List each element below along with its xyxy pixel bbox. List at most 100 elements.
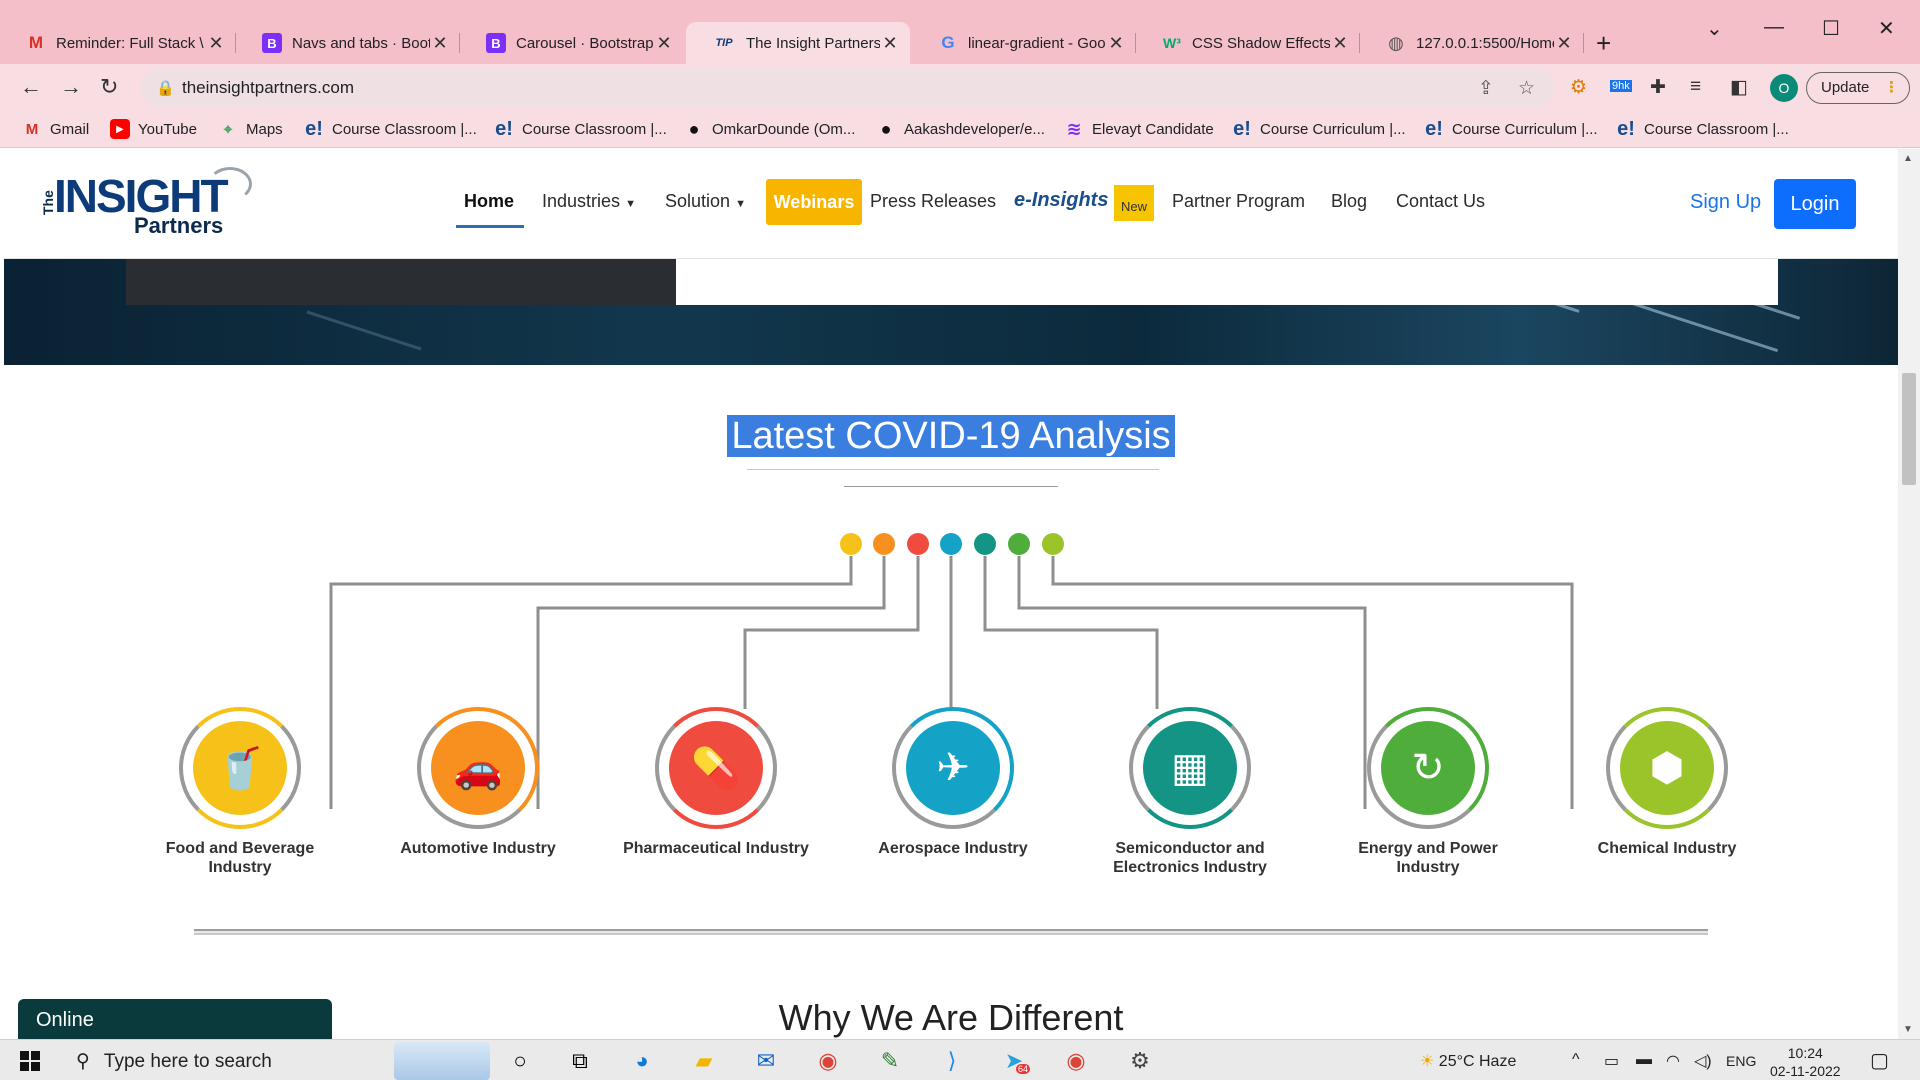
- new-tab-plus-icon[interactable]: +: [1596, 28, 1611, 59]
- nav-industries[interactable]: Industries ▼: [542, 191, 636, 212]
- industry-card[interactable]: 🥤 Food and Beverage Industry: [140, 707, 340, 877]
- industry-card[interactable]: ↻ Energy and Power Industry: [1328, 707, 1528, 877]
- taskbar-search[interactable]: ⚲ Type here to search: [76, 1050, 272, 1073]
- url-text[interactable]: theinsightpartners.com: [182, 78, 354, 98]
- insight-partners-logo[interactable]: The INSIGHT Partners: [40, 167, 260, 241]
- elevayt-icon: ≋: [1066, 118, 1082, 139]
- bookmark-course-classroom-1[interactable]: e! Course Classroom |...: [304, 118, 477, 140]
- industry-card[interactable]: ⬢ Chemical Industry: [1567, 707, 1767, 858]
- tray-chevron-icon[interactable]: ^: [1572, 1051, 1580, 1069]
- sign-up-link[interactable]: Sign Up: [1690, 191, 1761, 214]
- notification-icon[interactable]: ▢: [1870, 1048, 1889, 1073]
- extension-badge-icon[interactable]: 9hk: [1610, 80, 1632, 92]
- profile-avatar[interactable]: O: [1770, 74, 1798, 102]
- close-icon[interactable]: ✕: [1106, 33, 1126, 54]
- scroll-down-icon[interactable]: ▼: [1903, 1024, 1913, 1035]
- windows-start-icon[interactable]: [20, 1051, 40, 1071]
- tray-device-icon[interactable]: ▭: [1604, 1051, 1619, 1071]
- media-queue-icon[interactable]: ≡: [1690, 76, 1701, 98]
- close-icon[interactable]: ✕: [654, 33, 674, 54]
- scroll-up-icon[interactable]: ▲: [1903, 153, 1913, 164]
- chrome-profile-icon[interactable]: ◉: [1062, 1048, 1090, 1074]
- nav-partner-program[interactable]: Partner Program: [1172, 191, 1305, 212]
- window-close-icon[interactable]: ✕: [1878, 16, 1895, 41]
- bookmark-course-classroom-3[interactable]: e! Course Classroom |...: [1616, 118, 1789, 140]
- tab-insight-partners[interactable]: TIP The Insight Partners - ✕: [686, 22, 910, 64]
- industry-label: Chemical Industry: [1597, 840, 1737, 857]
- e-icon: e!: [1233, 117, 1251, 140]
- bookmark-youtube[interactable]: ▶ YouTube: [110, 119, 197, 139]
- bookmark-elevayt[interactable]: ≋ Elevayt Candidate: [1064, 118, 1214, 139]
- login-button[interactable]: Login: [1774, 179, 1856, 229]
- scroll-thumb[interactable]: [1902, 373, 1916, 485]
- battery-icon[interactable]: ▬: [1636, 1051, 1652, 1069]
- telegram-icon[interactable]: ➤ 64: [1000, 1048, 1031, 1074]
- weather-widget[interactable]: ☀ 25°C Haze: [1420, 1051, 1516, 1071]
- bookmark-course-curriculum-1[interactable]: e! Course Curriculum |...: [1232, 117, 1406, 140]
- nav-webinars[interactable]: Webinars: [766, 179, 862, 225]
- side-panel-icon[interactable]: ◧: [1730, 76, 1748, 99]
- nav-home[interactable]: Home: [464, 191, 514, 212]
- industry-card[interactable]: ✈ Aerospace Industry: [853, 707, 1053, 858]
- settings-gear-icon[interactable]: ⚙: [1126, 1048, 1154, 1074]
- nav-press-releases[interactable]: Press Releases: [870, 191, 996, 212]
- online-chat-widget[interactable]: Online: [18, 999, 332, 1039]
- address-bar[interactable]: 🔒 theinsightpartners.com ⇪ ☆: [140, 70, 1554, 106]
- forward-arrow-icon[interactable]: →: [60, 74, 82, 100]
- back-arrow-icon[interactable]: ←: [20, 74, 42, 100]
- industry-card[interactable]: 🚗 Automotive Industry: [378, 707, 578, 858]
- bookmark-github-aakash[interactable]: ● Aakashdeveloper/e...: [876, 119, 1045, 139]
- bookmark-github-omkar[interactable]: ● OmkarDounde (Om...: [684, 119, 856, 139]
- e-icon: e!: [1425, 117, 1443, 140]
- color-dot: [907, 533, 929, 555]
- close-icon[interactable]: ✕: [206, 33, 226, 54]
- taskbar-clock[interactable]: 10:24 02-11-2022: [1770, 1044, 1841, 1080]
- bookmark-course-classroom-2[interactable]: e! Course Classroom |...: [494, 118, 667, 140]
- tab-localhost[interactable]: ◍ 127.0.0.1:5500/Home ✕: [1360, 22, 1584, 64]
- nav-e-insights[interactable]: e-Insights: [1014, 189, 1108, 212]
- reload-icon[interactable]: ↻: [100, 74, 118, 100]
- lock-icon[interactable]: 🔒: [156, 79, 175, 97]
- tab-gmail[interactable]: M Reminder: Full Stack \ ✕: [0, 22, 236, 64]
- share-icon[interactable]: ⇪: [1478, 77, 1494, 100]
- tab-carousel[interactable]: B Carousel · Bootstrap \ ✕: [460, 22, 684, 64]
- tab-title: Carousel · Bootstrap \: [516, 34, 654, 52]
- tab-linear-gradient[interactable]: G linear-gradient - Goo ✕: [912, 22, 1136, 64]
- mail-icon[interactable]: ✉: [752, 1048, 780, 1074]
- vscode-icon[interactable]: ⟩: [938, 1048, 966, 1074]
- minimize-icon[interactable]: —: [1764, 16, 1784, 39]
- nav-blog[interactable]: Blog: [1331, 191, 1367, 212]
- language-indicator[interactable]: ENG: [1726, 1053, 1756, 1069]
- close-icon[interactable]: ✕: [1330, 33, 1350, 54]
- bookmark-star-icon[interactable]: ☆: [1518, 77, 1535, 100]
- tab-navs[interactable]: B Navs and tabs · Boots ✕: [236, 22, 460, 64]
- wifi-icon[interactable]: ◠: [1666, 1051, 1680, 1071]
- bookmark-label: Course Classroom |...: [522, 120, 667, 138]
- nav-contact-us[interactable]: Contact Us: [1396, 191, 1485, 212]
- close-icon[interactable]: ✕: [430, 33, 450, 54]
- page-scrollbar[interactable]: ▲ ▼: [1898, 149, 1920, 1039]
- bookmark-maps[interactable]: ⌖ Maps: [218, 119, 283, 139]
- close-icon[interactable]: ✕: [1554, 33, 1574, 54]
- bookmark-course-curriculum-2[interactable]: e! Course Curriculum |...: [1424, 117, 1598, 140]
- industry-card[interactable]: ▦ Semiconductor and Electronics Industry: [1090, 707, 1290, 877]
- tab-css-shadow[interactable]: W³ CSS Shadow Effects ✕: [1136, 22, 1360, 64]
- cortana-icon[interactable]: ○: [506, 1048, 534, 1074]
- maximize-icon[interactable]: ☐: [1822, 16, 1840, 41]
- close-icon[interactable]: ✕: [880, 33, 900, 54]
- edge-icon[interactable]: ◕: [628, 1048, 656, 1074]
- file-explorer-icon[interactable]: ▰: [690, 1048, 718, 1074]
- bookmark-gmail[interactable]: M Gmail: [22, 119, 89, 139]
- extension-icon[interactable]: ⚙: [1570, 76, 1587, 99]
- logo-partners: Partners: [134, 213, 224, 238]
- bookmark-label: Elevayt Candidate: [1092, 120, 1214, 138]
- chrome-icon[interactable]: ◉: [814, 1048, 842, 1074]
- puzzle-icon[interactable]: ✚: [1650, 76, 1666, 99]
- volume-icon[interactable]: ◁): [1694, 1051, 1712, 1071]
- industry-card[interactable]: 💊 Pharmaceutical Industry: [616, 707, 816, 858]
- task-view-icon[interactable]: ⧉: [566, 1048, 594, 1074]
- nav-solution[interactable]: Solution ▼: [665, 191, 746, 212]
- update-button[interactable]: Update ⋮: [1806, 72, 1910, 104]
- notepad-icon[interactable]: ✎: [876, 1048, 904, 1074]
- tab-search-chevron-icon[interactable]: ⌄: [1706, 16, 1723, 41]
